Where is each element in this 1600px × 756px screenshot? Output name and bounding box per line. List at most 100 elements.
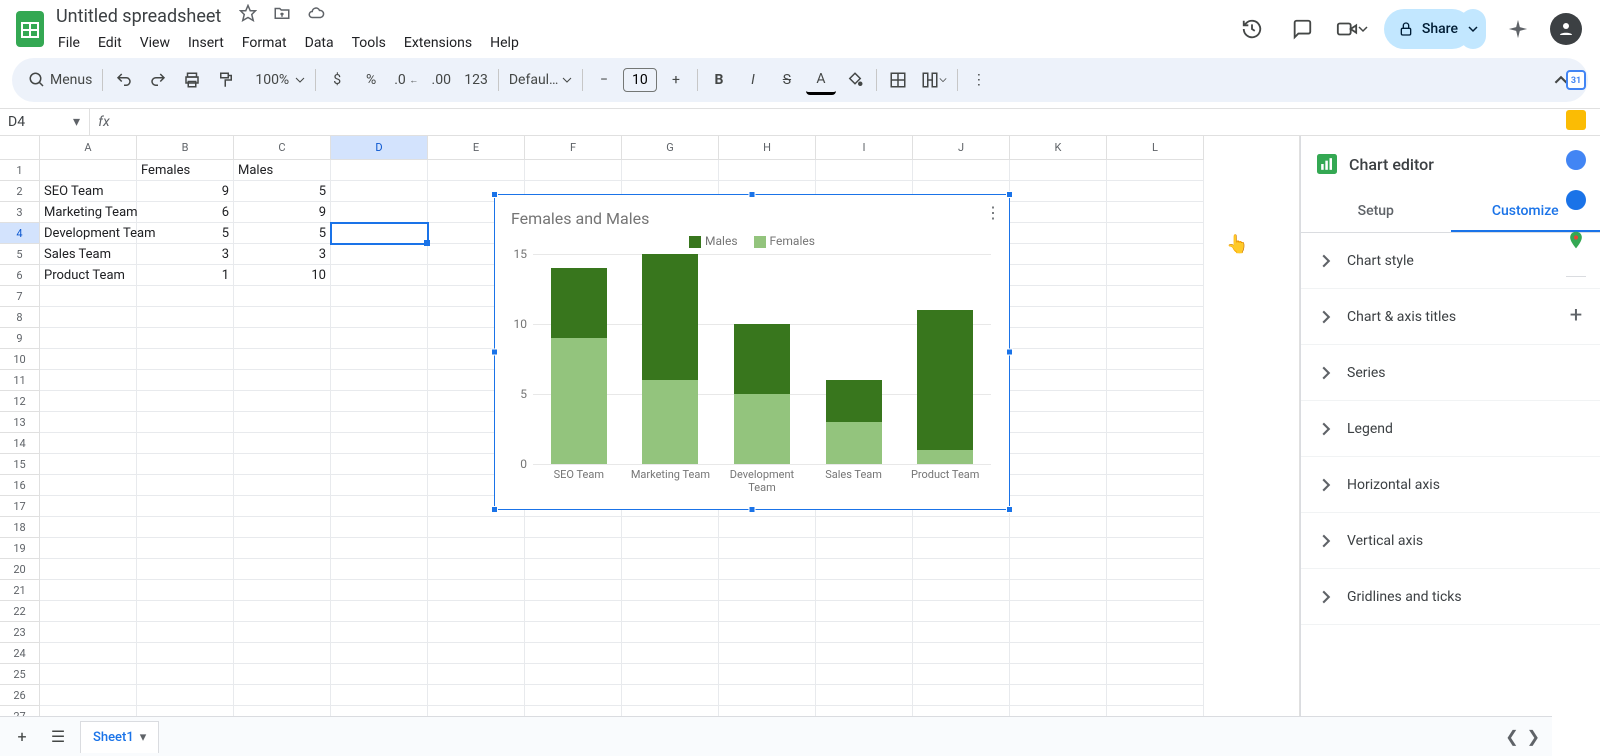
cell[interactable] — [1107, 433, 1204, 454]
meet-icon[interactable] — [1334, 11, 1370, 47]
sidebar-section[interactable]: Gridlines and ticks — [1301, 569, 1600, 625]
share-dropdown[interactable] — [1460, 9, 1486, 49]
col-header[interactable]: A — [40, 136, 137, 160]
cell[interactable] — [331, 244, 428, 265]
cell[interactable]: Development Team — [40, 223, 137, 244]
cell[interactable] — [40, 307, 137, 328]
cell[interactable] — [137, 454, 234, 475]
menu-extensions[interactable]: Extensions — [396, 31, 480, 55]
cell[interactable] — [719, 538, 816, 559]
cell[interactable] — [1107, 643, 1204, 664]
cell[interactable] — [234, 517, 331, 538]
cell[interactable] — [137, 286, 234, 307]
cell[interactable] — [1107, 181, 1204, 202]
cell[interactable] — [1107, 160, 1204, 181]
cell[interactable] — [331, 223, 428, 244]
cell[interactable] — [40, 580, 137, 601]
text-color-icon[interactable]: A — [806, 65, 836, 95]
cell[interactable] — [331, 580, 428, 601]
row-header[interactable]: 5 — [0, 244, 40, 265]
cell[interactable] — [331, 433, 428, 454]
cell[interactable] — [525, 160, 622, 181]
cell[interactable] — [331, 517, 428, 538]
row-header[interactable]: 13 — [0, 412, 40, 433]
col-header[interactable]: C — [234, 136, 331, 160]
cell[interactable] — [1010, 685, 1107, 706]
cell[interactable] — [1107, 265, 1204, 286]
borders-icon[interactable] — [883, 65, 913, 95]
cell[interactable] — [719, 160, 816, 181]
doc-title[interactable]: Untitled spreadsheet — [50, 4, 227, 29]
cell[interactable] — [428, 643, 525, 664]
cell[interactable] — [816, 559, 913, 580]
move-icon[interactable] — [273, 4, 291, 26]
cell[interactable] — [331, 622, 428, 643]
decrease-decimal-icon[interactable]: .0 ← — [390, 65, 422, 95]
cell[interactable] — [525, 538, 622, 559]
cell[interactable] — [331, 328, 428, 349]
cell[interactable] — [1107, 664, 1204, 685]
cell[interactable] — [1010, 412, 1107, 433]
cell[interactable] — [1107, 202, 1204, 223]
cell[interactable] — [40, 559, 137, 580]
cell[interactable] — [1010, 244, 1107, 265]
cell[interactable] — [622, 538, 719, 559]
cell[interactable] — [234, 307, 331, 328]
cell[interactable] — [1010, 580, 1107, 601]
cell[interactable] — [331, 643, 428, 664]
scroll-tabs-icon[interactable]: ❮ ❯ — [1505, 727, 1540, 746]
col-header[interactable]: H — [719, 136, 816, 160]
cell[interactable] — [719, 559, 816, 580]
cell[interactable] — [1010, 517, 1107, 538]
cell[interactable] — [525, 685, 622, 706]
cell[interactable] — [331, 601, 428, 622]
search-menus[interactable]: Menus — [24, 65, 96, 95]
cell[interactable] — [331, 286, 428, 307]
cell[interactable] — [234, 370, 331, 391]
cell[interactable] — [913, 559, 1010, 580]
cell[interactable] — [40, 286, 137, 307]
cell[interactable] — [137, 391, 234, 412]
calendar-rail-icon[interactable]: 31 — [1566, 70, 1586, 90]
cell[interactable] — [816, 538, 913, 559]
cell[interactable] — [1107, 496, 1204, 517]
cell[interactable] — [331, 202, 428, 223]
fontsize-input[interactable]: 10 — [623, 68, 657, 92]
cell[interactable]: 9 — [234, 202, 331, 223]
cell[interactable] — [40, 517, 137, 538]
row-header[interactable]: 9 — [0, 328, 40, 349]
cell[interactable] — [1107, 412, 1204, 433]
sidebar-tab-setup[interactable]: Setup — [1301, 192, 1451, 232]
cell[interactable] — [1107, 685, 1204, 706]
cell[interactable] — [913, 643, 1010, 664]
cell[interactable] — [40, 349, 137, 370]
cell[interactable] — [40, 433, 137, 454]
cell[interactable] — [622, 664, 719, 685]
select-all-corner[interactable] — [0, 136, 40, 160]
row-header[interactable]: 7 — [0, 286, 40, 307]
cell[interactable] — [719, 601, 816, 622]
maps-rail-icon[interactable] — [1566, 230, 1586, 250]
cell[interactable]: Sales Team — [40, 244, 137, 265]
cell[interactable] — [137, 307, 234, 328]
sheet-tab-active[interactable]: Sheet1▾ — [80, 721, 159, 753]
embedded-chart[interactable]: ⋮ Females and Males MalesFemales 051015 … — [494, 194, 1010, 510]
menu-edit[interactable]: Edit — [90, 31, 130, 55]
row-header[interactable]: 18 — [0, 517, 40, 538]
cell[interactable]: 3 — [234, 244, 331, 265]
history-icon[interactable] — [1234, 11, 1270, 47]
cell[interactable] — [428, 685, 525, 706]
paint-format-icon[interactable] — [211, 65, 241, 95]
cell[interactable] — [40, 328, 137, 349]
cell[interactable] — [234, 559, 331, 580]
all-sheets-icon[interactable]: ☰ — [44, 723, 72, 751]
cell[interactable] — [331, 475, 428, 496]
cell[interactable] — [331, 496, 428, 517]
row-header[interactable]: 10 — [0, 349, 40, 370]
cell[interactable] — [1010, 601, 1107, 622]
undo-icon[interactable] — [109, 65, 139, 95]
col-header[interactable]: L — [1107, 136, 1204, 160]
cell[interactable] — [234, 286, 331, 307]
cell[interactable] — [622, 580, 719, 601]
cell[interactable] — [40, 622, 137, 643]
